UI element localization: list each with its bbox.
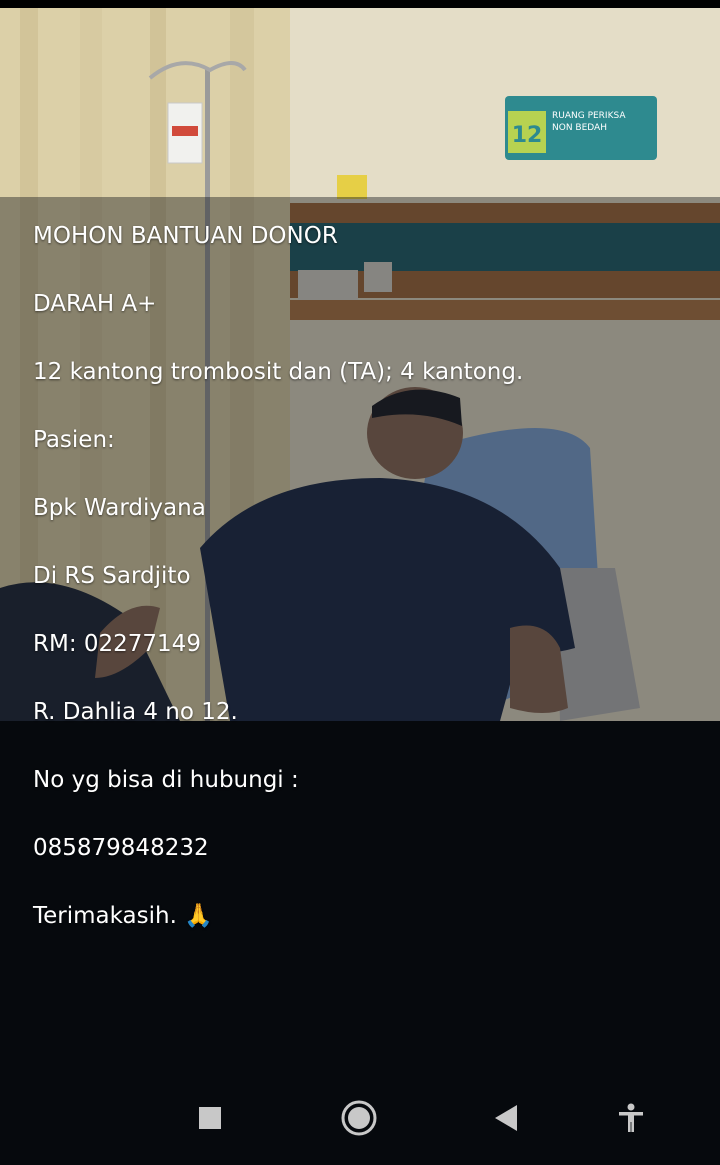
caption-line-11: Terimakasih. 🙏 [33, 903, 213, 929]
home-button[interactable] [331, 1090, 387, 1146]
room-sign-line2: NON BEDAH [552, 123, 607, 133]
caption-line-6: Di RS Sardjito [33, 563, 191, 589]
square-stop-icon [199, 1107, 221, 1129]
navigation-bar [0, 1068, 720, 1165]
caption-line-3: 12 kantong trombosit dan (TA); 4 kantong… [33, 359, 524, 385]
back-button[interactable] [478, 1090, 534, 1146]
accessibility-person-icon [619, 1103, 643, 1132]
caption-line-5: Bpk Wardiyana [33, 495, 206, 521]
recents-button[interactable] [182, 1090, 238, 1146]
caption-line-10: 085879848232 [33, 835, 209, 861]
story-viewer: 12 RUANG PERIKSA NON BEDAH MOHON BANTUAN… [0, 0, 720, 1165]
room-sign-line1: RUANG PERIKSA [552, 111, 626, 121]
circle-home-icon [341, 1100, 377, 1136]
triangle-back-icon [495, 1105, 517, 1131]
caption-line-2: DARAH A+ [33, 291, 157, 317]
caption-line-4: Pasien: [33, 427, 115, 453]
caption-line-8: R. Dahlia 4 no 12. [33, 699, 238, 725]
caption-line-7: RM: 02277149 [33, 631, 201, 657]
caption-line-1: MOHON BANTUAN DONOR [33, 223, 338, 249]
caption-line-9: No yg bisa di hubungi : [33, 767, 299, 793]
accessibility-button[interactable] [603, 1090, 659, 1146]
room-sign-number: 12 [512, 123, 543, 148]
status-bar [0, 0, 720, 8]
